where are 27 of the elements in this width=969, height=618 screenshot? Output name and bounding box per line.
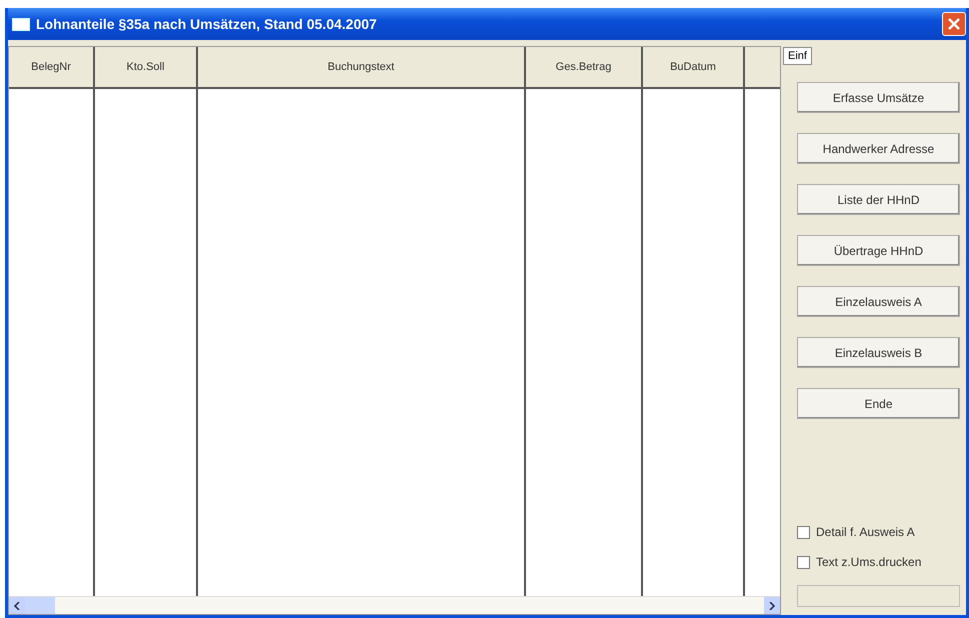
checkbox[interactable] [797,556,810,568]
checkbox-label: Detail f. Ausweis A [816,525,915,539]
checkbox[interactable] [797,526,810,538]
action-button[interactable]: Liste der HHnD [797,184,960,215]
panel-tab[interactable]: Einf [783,47,812,65]
column-header[interactable]: Buchungstext [198,47,524,89]
close-button[interactable] [942,12,966,36]
window-title: Lohnanteile §35a nach Umsätzen, Stand 05.04.2007 [36,16,378,32]
window-icon [12,18,30,30]
action-button[interactable]: Einzelausweis B [797,337,960,368]
column-header[interactable]: BuDatum [643,47,743,89]
column-header[interactable]: BelegNr [9,47,93,89]
column-header[interactable]: Kto.Soll [95,47,196,89]
action-button[interactable]: Einzelausweis A [797,286,960,317]
close-icon [947,17,961,31]
action-button[interactable]: Ende [797,388,960,419]
column-header[interactable]: Ges.Betrag [526,47,641,89]
input-field[interactable] [797,585,960,607]
scroll-left-button[interactable] [9,597,25,614]
action-button[interactable]: Handwerker Adresse [797,133,960,164]
scroll-right-button[interactable] [764,597,780,614]
scroll-thumb[interactable] [25,597,55,614]
checkbox-label: Text z.Ums.drucken [816,555,922,569]
action-button[interactable]: Erfasse Umsätze [797,82,960,113]
column-header[interactable] [745,47,780,89]
horizontal-scrollbar[interactable] [9,596,780,614]
action-button[interactable]: Übertrage HHnD [797,235,960,266]
